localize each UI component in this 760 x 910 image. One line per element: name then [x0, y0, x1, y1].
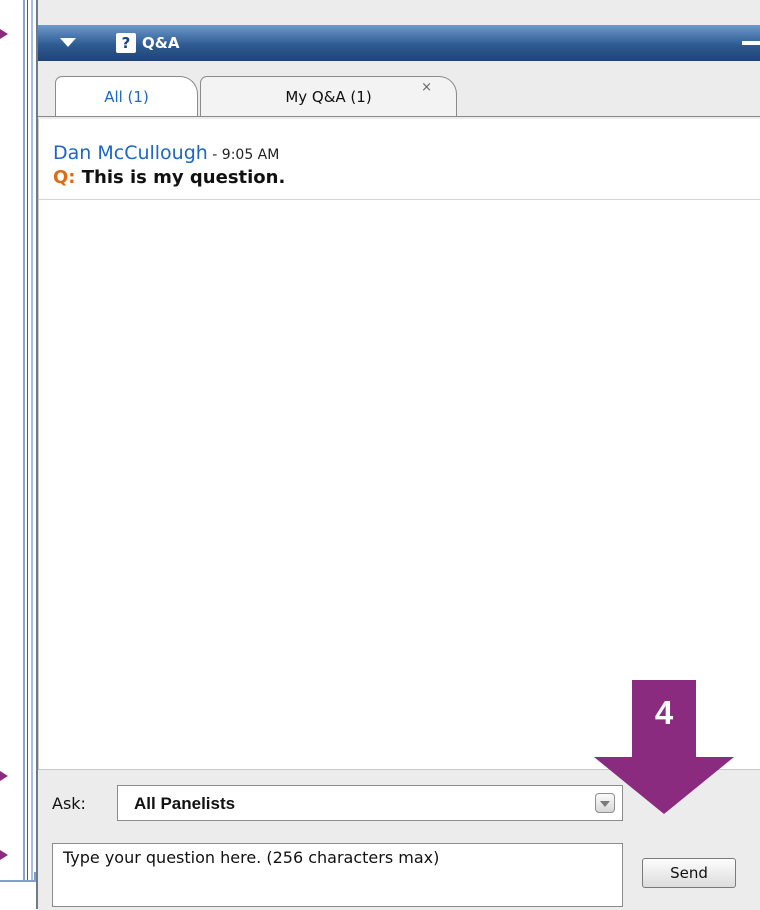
- left-border-corner: [0, 872, 36, 882]
- ask-label: Ask:: [52, 794, 86, 813]
- arrow-down-icon: [594, 757, 734, 814]
- panel-title: Q&A: [142, 34, 180, 52]
- ask-selected-value: All Panelists: [134, 794, 236, 813]
- collapse-triangle-icon[interactable]: [60, 38, 76, 47]
- send-button[interactable]: Send: [642, 858, 736, 888]
- tab-label: All (1): [104, 88, 149, 106]
- qa-panel-header[interactable]: ? Q&A: [38, 25, 760, 61]
- message-time-separator: -: [207, 147, 222, 163]
- list-item: Dan McCullough - 9:05 AM Q: This is my q…: [53, 142, 753, 190]
- close-icon[interactable]: ×: [421, 68, 432, 108]
- panel-top-gap: [38, 0, 760, 25]
- tab-my-qa[interactable]: My Q&A (1) ×: [200, 76, 457, 116]
- message-text: This is my question.: [75, 167, 286, 188]
- message-divider: [39, 199, 760, 200]
- ask-recipient-select[interactable]: All Panelists: [117, 785, 623, 821]
- tab-bar: All (1) My Q&A (1) ×: [38, 61, 760, 119]
- left-window-edge: [0, 0, 36, 909]
- left-border: [31, 0, 33, 880]
- pointer-arrow-icon: [0, 29, 8, 39]
- question-label: Q:: [53, 167, 76, 188]
- question-input[interactable]: [52, 843, 623, 907]
- left-border: [27, 0, 28, 880]
- question-icon: ?: [116, 33, 136, 53]
- step-number: 4: [654, 694, 674, 731]
- left-border: [23, 0, 25, 880]
- tab-label: My Q&A (1): [285, 88, 372, 106]
- tab-all[interactable]: All (1): [55, 76, 198, 116]
- qa-message-list: Dan McCullough - 9:05 AM Q: This is my q…: [38, 119, 760, 769]
- message-time: 9:05 AM: [221, 147, 280, 163]
- pointer-arrow-icon: [0, 850, 8, 860]
- pointer-arrow-icon: [0, 771, 8, 781]
- message-author: Dan McCullough: [53, 142, 208, 164]
- step-annotation-arrow: 4: [594, 680, 734, 815]
- minimize-icon[interactable]: [742, 41, 760, 45]
